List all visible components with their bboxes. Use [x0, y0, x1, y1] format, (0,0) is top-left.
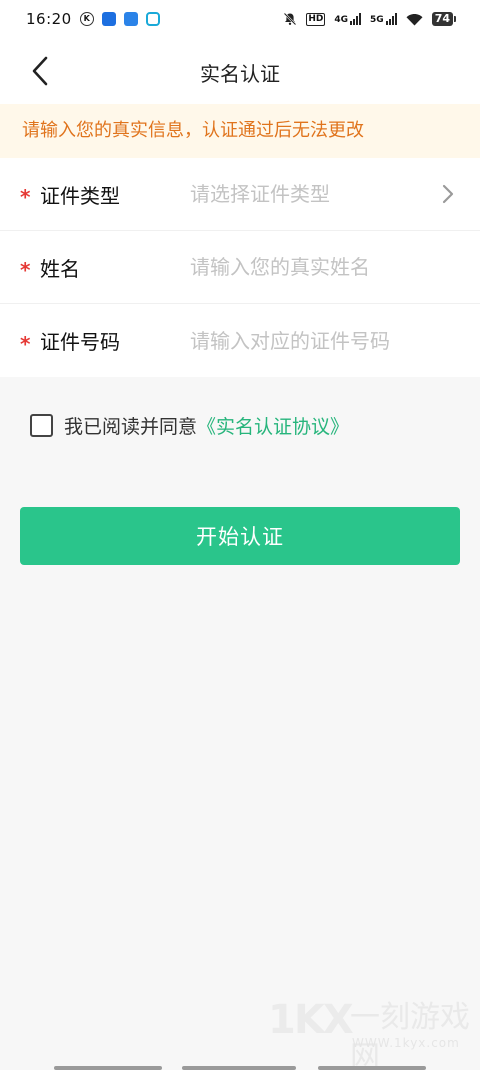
agreement-checkbox[interactable] [30, 414, 53, 437]
browser-app-icon [145, 12, 160, 26]
id-number-row: * 证件号码 [0, 304, 480, 377]
agreement-row: 我已阅读并同意 《实名认证协议》 [30, 412, 349, 439]
agreement-link[interactable]: 《实名认证协议》 [197, 412, 349, 439]
network-4g-label: 4G [334, 15, 349, 25]
k-app-icon: K [79, 12, 94, 26]
status-time: 16:20 [26, 10, 72, 28]
signal-bars-icon [385, 13, 397, 25]
battery-level: 74 [431, 12, 453, 26]
hd-badge: HD [306, 12, 326, 26]
bottom-handle-center [182, 1066, 296, 1070]
verification-form: * 证件类型 * 姓名 * 证件号码 [0, 158, 480, 377]
mute-bell-icon [284, 12, 297, 26]
status-left: 16:20 K [26, 10, 160, 28]
bottom-handle-left [54, 1066, 162, 1070]
signal-4g: 4G [334, 13, 362, 25]
name-label: 姓名 [40, 256, 80, 281]
chevron-right-icon [442, 184, 454, 204]
signal-5g: 5G [370, 13, 397, 25]
start-verification-button[interactable]: 开始认证 [20, 507, 460, 565]
name-row: * 姓名 [0, 231, 480, 304]
required-mark: * [20, 331, 31, 356]
watermark-logo: 1KX [268, 997, 354, 1043]
watermark-brand: 一刻游戏网 [350, 1000, 470, 1070]
required-mark: * [20, 258, 31, 282]
page-title: 实名认证 [200, 62, 280, 86]
notice-banner: 请输入您的真实信息，认证通过后无法更改 [0, 104, 480, 158]
battery-icon: 74 [431, 12, 456, 26]
zhihu-app-icon [101, 12, 116, 26]
required-mark: * [20, 185, 31, 209]
id-type-row[interactable]: * 证件类型 [0, 158, 480, 231]
watermark-url: WWW.1kyx.com [352, 1036, 460, 1050]
watermark: 1KX 一刻游戏网 WWW.1kyx.com [268, 997, 480, 1070]
bottom-handle-right [318, 1066, 426, 1070]
status-right: HD 4G 5G 74 [283, 12, 456, 26]
id-number-label: 证件号码 [40, 330, 120, 354]
id-type-select[interactable] [190, 182, 450, 206]
name-input[interactable] [190, 255, 450, 279]
id-number-input[interactable] [190, 328, 450, 353]
id-type-label: 证件类型 [40, 183, 120, 208]
feishu-app-icon [123, 12, 138, 26]
signal-bars-icon [350, 13, 362, 25]
wifi-icon [406, 13, 423, 25]
nav-bar: 实名认证 [0, 38, 480, 104]
network-5g-label: 5G [370, 15, 384, 25]
status-bar: 16:20 K HD 4G 5G 74 [0, 0, 480, 38]
agreement-text: 我已阅读并同意 [64, 416, 198, 438]
